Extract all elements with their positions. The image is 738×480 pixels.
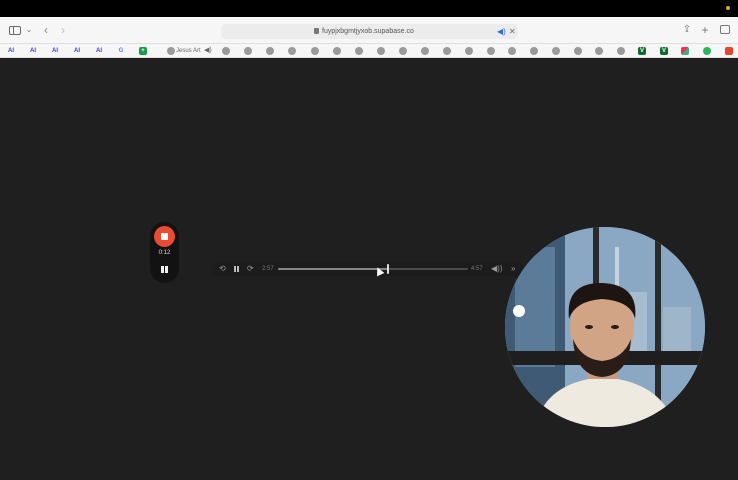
favorite-ai-1[interactable]: AI bbox=[7, 47, 15, 55]
stop-recording-button[interactable] bbox=[154, 226, 175, 247]
favorite-icon[interactable] bbox=[617, 47, 625, 55]
favorite-icon[interactable] bbox=[244, 47, 252, 55]
video-player-controls: ⟲ ⟳ 2:57 4:57 ◀)) » bbox=[212, 262, 524, 276]
system-menubar bbox=[0, 0, 738, 17]
favorite-icon[interactable] bbox=[167, 47, 175, 55]
recording-time: 0:12 bbox=[158, 250, 171, 256]
favorite-ai-3[interactable]: AI bbox=[51, 47, 59, 55]
tab-overview-icon[interactable] bbox=[720, 25, 730, 34]
favorite-ai-4[interactable]: AI bbox=[73, 47, 81, 55]
skip-forward-icon[interactable]: ⟳ bbox=[247, 262, 254, 276]
skip-back-icon[interactable]: ⟲ bbox=[219, 262, 226, 276]
favorite-icon[interactable] bbox=[266, 47, 274, 55]
favorite-label[interactable]: Jesus Art bbox=[176, 46, 201, 56]
favorite-icon[interactable] bbox=[222, 47, 230, 55]
recording-widget: 0:12 bbox=[150, 222, 179, 283]
chevron-down-icon[interactable]: ⌄ bbox=[25, 23, 33, 37]
sheets-icon[interactable]: + bbox=[139, 47, 147, 55]
circle-app-icon[interactable] bbox=[703, 47, 711, 55]
favorite-icon[interactable] bbox=[443, 47, 451, 55]
favorite-icon[interactable] bbox=[574, 47, 582, 55]
seek-handle[interactable] bbox=[387, 264, 390, 274]
stop-icon bbox=[161, 233, 168, 240]
webcam-bubble bbox=[505, 227, 705, 427]
favorites-bar: AI AI AI AI AI G + Jesus Art ◀) V V bbox=[0, 44, 738, 58]
pause-recording-button[interactable] bbox=[160, 265, 169, 274]
favorite-icon[interactable] bbox=[355, 47, 363, 55]
google-icon[interactable]: G bbox=[117, 47, 125, 55]
sidebar-toggle-icon[interactable] bbox=[9, 26, 21, 35]
share-icon[interactable]: ⇪ bbox=[682, 23, 692, 37]
favorite-icon[interactable] bbox=[399, 47, 407, 55]
favorite-icon[interactable] bbox=[288, 47, 296, 55]
favorite-ai-2[interactable]: AI bbox=[29, 47, 37, 55]
forward-button[interactable]: › bbox=[58, 23, 68, 37]
status-dot bbox=[726, 6, 730, 10]
webcam-feed-image bbox=[505, 227, 705, 427]
lock-icon bbox=[314, 28, 319, 34]
close-icon[interactable]: ✕ bbox=[509, 24, 516, 39]
vue-icon[interactable]: V bbox=[660, 47, 668, 55]
url-text: fuypjxbgmtjyxob.supabase.co bbox=[322, 28, 414, 35]
favorite-icon[interactable] bbox=[552, 47, 560, 55]
more-icon[interactable]: » bbox=[511, 262, 515, 276]
new-tab-button[interactable]: + bbox=[700, 23, 710, 37]
pause-button[interactable] bbox=[233, 265, 241, 273]
app-icon[interactable] bbox=[681, 47, 689, 55]
favorite-icon[interactable] bbox=[333, 47, 341, 55]
favorite-icon[interactable] bbox=[487, 47, 495, 55]
favorite-icon[interactable] bbox=[377, 47, 385, 55]
back-button[interactable]: ‹ bbox=[41, 23, 51, 37]
favorite-icon[interactable] bbox=[311, 47, 319, 55]
favorite-icon[interactable] bbox=[530, 47, 538, 55]
vue-icon[interactable]: V bbox=[638, 47, 646, 55]
favorite-icon[interactable] bbox=[508, 47, 516, 55]
address-bar[interactable]: fuypjxbgmtjyxob.supabase.co ◀) ✕ bbox=[221, 24, 518, 39]
favorite-icon[interactable] bbox=[421, 47, 429, 55]
tab-audio-icon[interactable]: ◀) bbox=[497, 24, 506, 39]
current-time: 2:57 bbox=[262, 266, 274, 272]
duration: 4:57 bbox=[471, 266, 483, 272]
volume-icon[interactable]: ◀)) bbox=[491, 262, 502, 276]
favorite-icon[interactable] bbox=[465, 47, 473, 55]
favorite-icon[interactable] bbox=[595, 47, 603, 55]
favorite-ai-5[interactable]: AI bbox=[95, 47, 103, 55]
app-icon[interactable] bbox=[725, 47, 733, 55]
seek-bar-progress bbox=[278, 268, 389, 270]
speaker-icon[interactable]: ◀) bbox=[204, 46, 212, 56]
